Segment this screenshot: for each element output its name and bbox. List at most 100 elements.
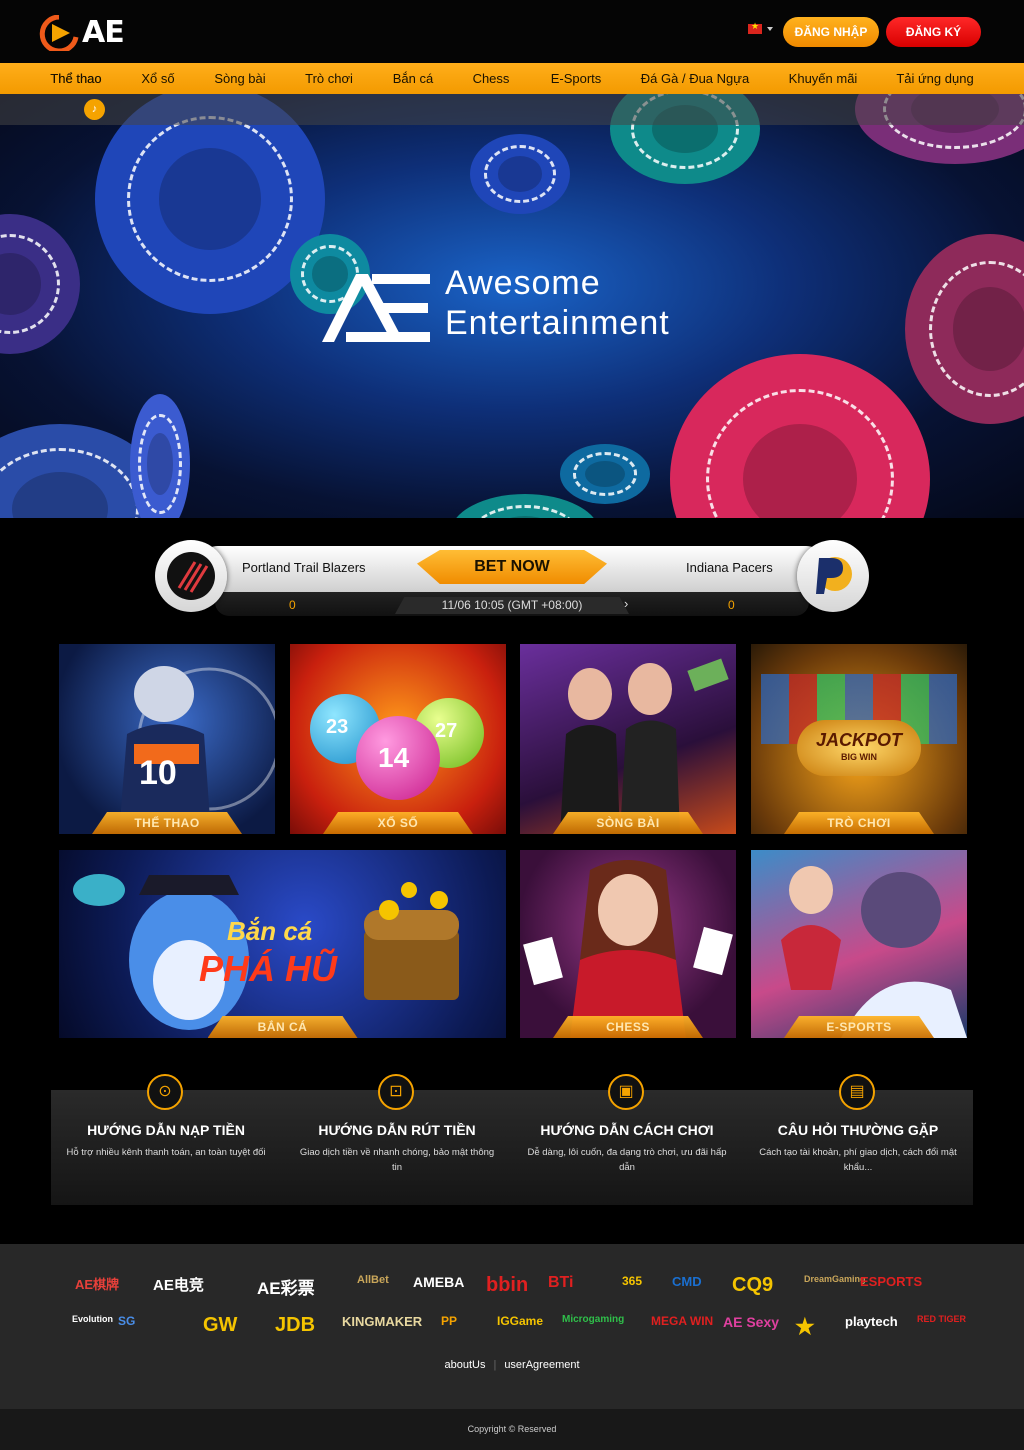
partner-logo[interactable]: playtech (845, 1314, 898, 1329)
partner-logo[interactable]: ESPORTS (860, 1274, 922, 1289)
site-logo[interactable]: AE (38, 13, 128, 53)
guide-title: HƯỚNG DẪN NẠP TIỀN (87, 1122, 245, 1138)
faq-icon: ▤ (839, 1074, 875, 1110)
nav-item-ban-ca[interactable]: Bắn cá (383, 63, 443, 94)
about-us-link[interactable]: aboutUs (436, 1359, 493, 1371)
partner-logo[interactable]: GW (203, 1314, 237, 1337)
speaker-icon[interactable]: ♪ (84, 99, 105, 120)
game-tile-lottery[interactable]: 23 27 14 XỔ SỐ (290, 644, 506, 834)
guide-faq[interactable]: ▤ CÂU HỎI THƯỜNG GẶP Cách tạo tài khoản,… (743, 1074, 973, 1205)
jersey-number: 10 (139, 754, 177, 792)
poker-chip (670, 354, 930, 518)
home-team-logo (155, 540, 227, 612)
tile-label-lottery: XỔ SỐ (323, 812, 473, 834)
partner-logo[interactable]: PP (441, 1314, 457, 1328)
chevron-right-icon[interactable]: › (624, 596, 628, 611)
tile-label-chess: CHESS (553, 1016, 703, 1038)
match-time: 11/06 10:05 (GMT +08:00) (395, 597, 629, 614)
partner-logo[interactable]: RED TIGER (917, 1314, 966, 1324)
partner-logo[interactable]: CQ9 (732, 1274, 773, 1297)
game-tile-esports[interactable]: E-SPORTS (751, 850, 967, 1038)
hero-banner[interactable]: ♪ Awesome Entertainment (0, 94, 1024, 518)
withdraw-icon: ⊡ (378, 1074, 414, 1110)
guide-deposit[interactable]: ⊙ HƯỚNG DẪN NẠP TIỀN Hỗ trợ nhiều kênh t… (51, 1074, 281, 1205)
footer: AE棋牌 AE电竞 AE彩票 AllBet AMEBA bbin BTi 365 CMD CQ9 D… (0, 1244, 1024, 1409)
partner-logo[interactable]: KINGMAKER (342, 1314, 422, 1329)
partner-logo[interactable]: MEGA WIN (651, 1314, 713, 1328)
fishing-title-line2: PHÁ HŨ (199, 948, 338, 989)
nav-items-row: Thể thao Xổ số Sòng bài Trò chơi Bắn cá … (0, 63, 1024, 94)
poker-chip (560, 444, 650, 504)
nav-item-xo-so[interactable]: Xổ số (130, 63, 186, 94)
guide-description: Dễ dàng, lôi cuốn, đa dạng trò chơi, ưu … (527, 1147, 727, 1173)
partner-logo[interactable]: BTi (548, 1274, 573, 1292)
copyright-text: Copyright © Reserved (467, 1424, 557, 1434)
ball-number: 14 (378, 742, 410, 773)
card-girl-icon (523, 860, 733, 1038)
pacers-icon (816, 557, 852, 594)
guide-withdraw[interactable]: ⊡ HƯỚNG DẪN RÚT TIỀN Giao dịch tiền về n… (282, 1074, 512, 1205)
guide-title: CÂU HỎI THƯỜNG GẶP (777, 1122, 939, 1138)
featured-match: Portland Trail Blazers BET NOW Indiana P… (155, 540, 869, 616)
partner-logo[interactable]: SG (118, 1314, 135, 1328)
login-button[interactable]: ĐĂNG NHẬP (783, 17, 879, 47)
partner-logo[interactable]: bbin (486, 1274, 528, 1297)
game-tile-casino[interactable]: SÒNG BÀI (520, 644, 736, 834)
nav-item-tai-ung-dung[interactable]: Tải ứng dụng (888, 63, 982, 94)
partner-logo[interactable]: IGGame (497, 1314, 543, 1328)
partner-logo[interactable]: DreamGaming (804, 1274, 866, 1284)
language-selector[interactable] (748, 21, 773, 34)
partner-logo[interactable]: JDB (275, 1314, 315, 1337)
register-button[interactable]: ĐĂNG KÝ (886, 17, 981, 47)
tile-label-casino: SÒNG BÀI (553, 812, 703, 834)
nav-item-esports[interactable]: E-Sports (540, 63, 612, 94)
partner-logo[interactable]: Microgaming (562, 1314, 624, 1325)
nav-item-song-bai[interactable]: Sòng bài (205, 63, 275, 94)
partner-logo[interactable]: 365 (622, 1274, 642, 1288)
partner-logo[interactable]: AE Sexy (723, 1314, 779, 1330)
partner-logo[interactable]: AMEBA (413, 1274, 464, 1290)
deposit-icon: ⊙ (147, 1074, 183, 1110)
home-score: 0 (289, 598, 296, 612)
away-score: 0 (728, 598, 735, 612)
nav-item-tro-choi[interactable]: Trò chơi (296, 63, 362, 94)
partner-logo[interactable]: AllBet (357, 1274, 389, 1286)
nav-item-chess[interactable]: Chess (463, 63, 519, 94)
away-team-logo (797, 540, 869, 612)
tile-label-games: TRÒ CHƠI (784, 812, 934, 834)
banner-title-line2: Entertainment (445, 304, 670, 342)
guide-title: HƯỚNG DẪN RÚT TIỀN (318, 1122, 476, 1138)
jackpot-subtext: BIG WIN (841, 752, 877, 762)
cards-icon: ▣ (608, 1074, 644, 1110)
game-tile-fishing[interactable]: Bắn cá PHÁ HŨ BẮN CÁ (59, 850, 506, 1038)
nav-item-da-ga-dua-ngua[interactable]: Đá Gà / Đua Ngựa (632, 63, 758, 94)
partner-logo[interactable]: ★ (795, 1314, 815, 1340)
home-team-name: Portland Trail Blazers (242, 560, 366, 575)
game-tile-chess[interactable]: CHESS (520, 850, 736, 1038)
guide-how-to-play[interactable]: ▣ HƯỚNG DẪN CÁCH CHƠI Dễ dàng, lôi cuốn,… (512, 1074, 742, 1205)
partner-logo[interactable]: CMD (672, 1274, 702, 1289)
footer-links: aboutUs | userAgreement (0, 1359, 1024, 1371)
user-agreement-link[interactable]: userAgreement (496, 1359, 587, 1371)
ae-brand-icon (322, 274, 430, 342)
guide-description: Cách tạo tài khoản, phí giao dịch, cách … (759, 1147, 957, 1173)
nav-item-the-thao[interactable]: Thể thao (42, 63, 110, 94)
guide-description: Giao dịch tiền về nhanh chóng, bảo mật t… (299, 1147, 495, 1173)
partner-logo[interactable]: AE电竞 (153, 1274, 204, 1295)
partner-logo[interactable]: AE彩票 (257, 1274, 315, 1299)
partner-logo[interactable]: AE棋牌 (75, 1274, 119, 1293)
football-player-icon (119, 666, 275, 834)
poker-chip (470, 134, 570, 214)
away-team-name: Indiana Pacers (686, 560, 773, 575)
bet-now-button[interactable]: BET NOW (417, 550, 607, 584)
fishing-title-line1: Bắn cá (227, 916, 313, 946)
guides-section: ⊙ HƯỚNG DẪN NẠP TIỀN Hỗ trợ nhiều kênh t… (51, 1074, 973, 1205)
poker-chip (905, 234, 1024, 424)
banner-title-line1: Awesome (445, 264, 601, 302)
game-tile-sports[interactable]: 10 THỂ THAO (59, 644, 275, 834)
partner-logo[interactable]: Evolution (72, 1314, 113, 1324)
audio-bar (0, 94, 1024, 125)
nav-item-khuyen-mai[interactable]: Khuyến mãi (779, 63, 867, 94)
casino-dealers-icon (560, 658, 729, 834)
game-tile-games[interactable]: JACKPOT BIG WIN TRÒ CHƠI (751, 644, 967, 834)
